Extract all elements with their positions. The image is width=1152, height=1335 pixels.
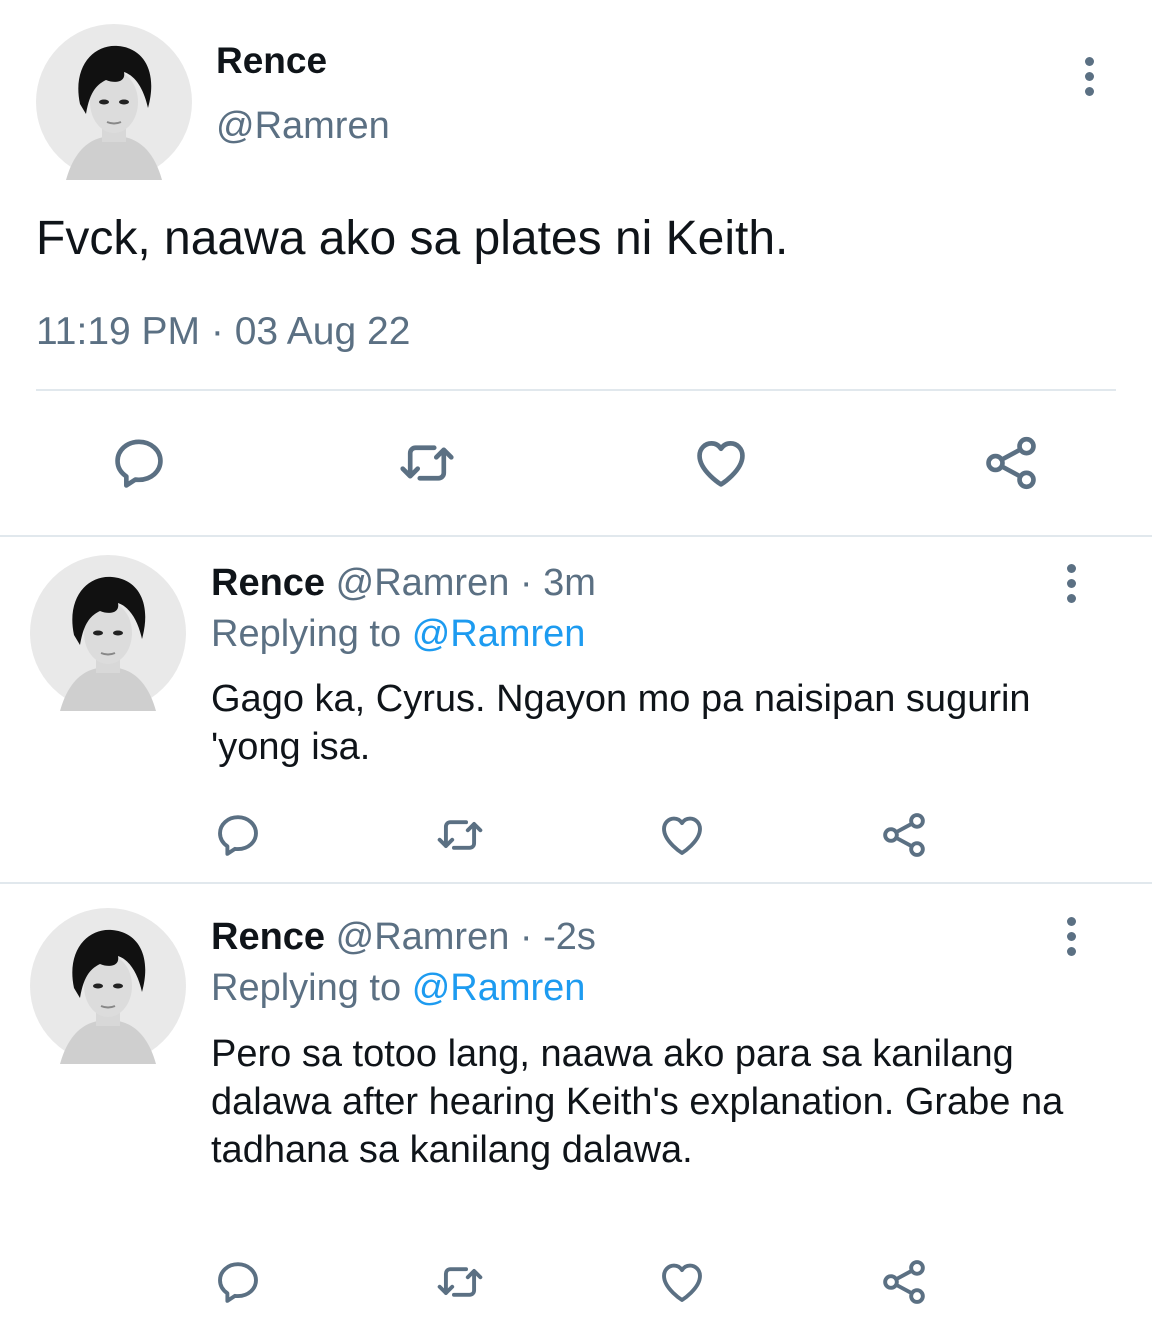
replying-to: Replying to @Ramren	[211, 609, 585, 659]
like-icon	[656, 1256, 708, 1308]
replying-to-label: Replying to	[211, 613, 402, 655]
reply-tweet[interactable]: Rence @Ramren · -2s Replying to @Ramren …	[0, 884, 1152, 1335]
like-button[interactable]	[656, 1256, 708, 1308]
replying-to-link[interactable]: @Ramren	[412, 967, 586, 1009]
user-handle[interactable]: @Ramren	[336, 562, 510, 604]
divider	[36, 389, 1116, 391]
like-button[interactable]	[656, 809, 708, 861]
display-name[interactable]: Rence	[211, 562, 325, 604]
more-options-icon[interactable]	[1056, 555, 1086, 611]
reply-button[interactable]	[212, 809, 264, 861]
more-options-icon[interactable]	[1074, 48, 1104, 104]
tweet-date: 03 Aug 22	[234, 310, 411, 353]
reply-button[interactable]	[108, 432, 170, 494]
reply-button[interactable]	[212, 1256, 264, 1308]
meta-separator: ·	[210, 310, 224, 353]
tweet-text: Fvck, naawa ako sa plates ni Keith.	[36, 212, 789, 265]
share-icon	[980, 432, 1042, 494]
share-button[interactable]	[878, 809, 930, 861]
reply-icon	[212, 809, 264, 861]
profile-photo-icon	[30, 555, 186, 711]
avatar[interactable]	[30, 908, 186, 1064]
like-icon	[656, 809, 708, 861]
more-options-icon[interactable]	[1056, 908, 1086, 964]
reply-tweet[interactable]: Rence @Ramren · 3m Replying to @Ramren G…	[0, 537, 1152, 882]
share-icon	[878, 1256, 930, 1308]
reply-header: Rence @Ramren · -2s	[211, 913, 596, 961]
tweet-text: Pero sa totoo lang, naawa ako para sa ka…	[211, 1033, 1064, 1171]
reply-time[interactable]: -2s	[543, 916, 596, 958]
meta-separator: ·	[519, 562, 533, 604]
like-button[interactable]	[690, 432, 752, 494]
retweet-button[interactable]	[434, 809, 486, 861]
retweet-button[interactable]	[434, 1256, 486, 1308]
tweet-time: 11:19 PM	[36, 310, 201, 353]
profile-photo-icon	[36, 24, 192, 180]
reply-icon	[212, 1256, 264, 1308]
replying-to: Replying to @Ramren	[211, 963, 585, 1013]
retweet-icon	[396, 432, 458, 494]
replying-to-link[interactable]: @Ramren	[412, 613, 586, 655]
profile-photo-icon	[30, 908, 186, 1064]
user-handle[interactable]: @Ramren	[336, 916, 510, 958]
replying-to-label: Replying to	[211, 967, 402, 1009]
share-button[interactable]	[980, 432, 1042, 494]
reply-header: Rence @Ramren · 3m	[211, 559, 596, 607]
display-name[interactable]: Rence	[216, 38, 327, 84]
like-icon	[690, 432, 752, 494]
avatar[interactable]	[30, 555, 186, 711]
reply-icon	[108, 432, 170, 494]
main-tweet: Rence @Ramren Fvck, naawa ako sa plates …	[0, 0, 1152, 536]
retweet-icon	[434, 1256, 486, 1308]
share-button[interactable]	[878, 1256, 930, 1308]
share-icon	[878, 809, 930, 861]
user-handle[interactable]: @Ramren	[216, 102, 390, 150]
reply-time[interactable]: 3m	[543, 562, 596, 604]
tweet-timestamp[interactable]: 11:19 PM · 03 Aug 22	[36, 306, 410, 358]
display-name[interactable]: Rence	[211, 916, 325, 958]
retweet-icon	[434, 809, 486, 861]
meta-separator: ·	[519, 916, 533, 958]
retweet-button[interactable]	[396, 432, 458, 494]
avatar[interactable]	[36, 24, 192, 180]
tweet-text: Gago ka, Cyrus. Ngayon mo pa naisipan su…	[211, 678, 1031, 768]
